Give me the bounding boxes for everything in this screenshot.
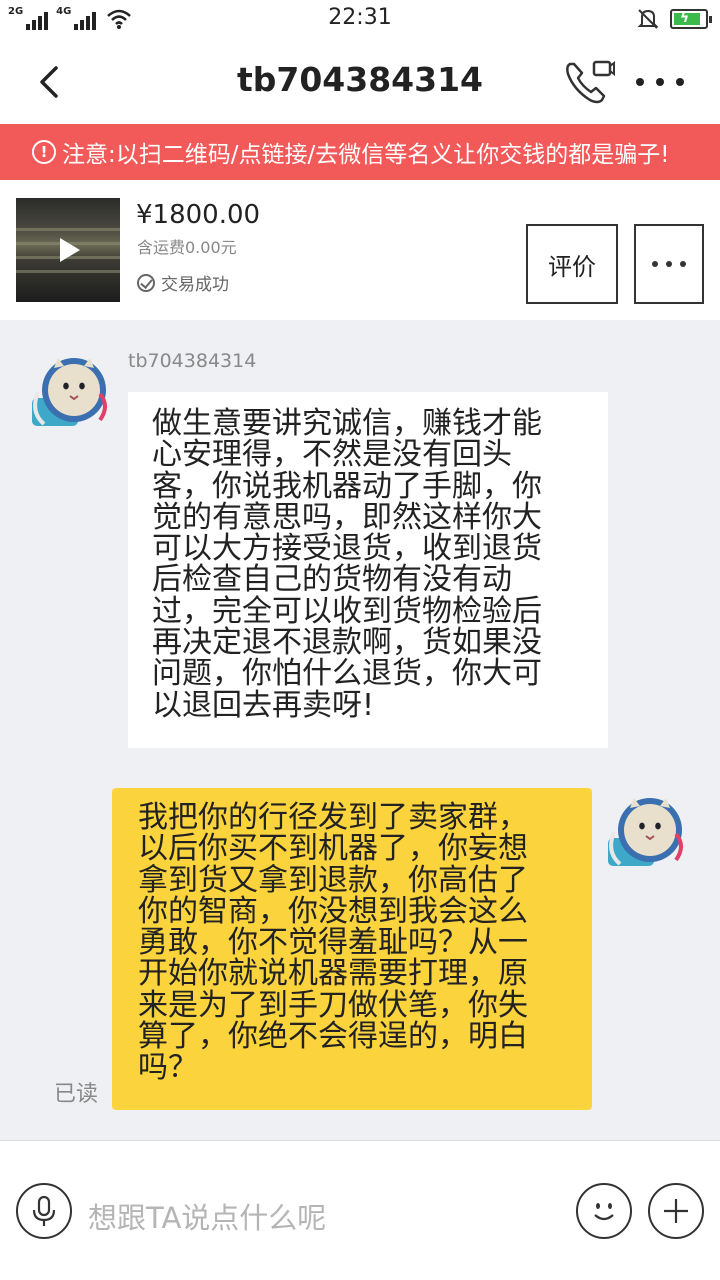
phone-video-icon[interactable] <box>560 54 616 110</box>
product-video-thumbnail[interactable] <box>16 198 120 302</box>
warning-text: 注意:以扫二维码/点链接/去微信等名义让你交钱的都是骗子! <box>62 142 670 168</box>
status-bar: 2G 4G 22:31 ϟ <box>0 0 720 40</box>
header: tb704384314 <box>0 40 720 124</box>
message-line: 吗？ <box>138 1050 198 1086</box>
voice-button[interactable] <box>16 1183 72 1239</box>
seller-avatar[interactable] <box>30 354 114 438</box>
outgoing-message[interactable]: 我把你的行径发到了卖家群， 以后你买不到机器了，你妄想 拿到货又拿到退款，你高估… <box>112 788 592 1110</box>
scam-warning-banner: ! 注意:以扫二维码/点链接/去微信等名义让你交钱的都是骗子! <box>0 124 720 180</box>
clock: 22:31 <box>328 5 392 30</box>
message-line: 可以大方接受退货，收到退货 <box>152 531 542 567</box>
deal-status: 交易成功 <box>137 270 229 295</box>
battery-charging-icon: ϟ <box>670 9 712 29</box>
message-line: 过，完全可以收到货物检验后 <box>152 593 542 629</box>
input-bar: 想跟TA说点什么呢 <box>0 1140 720 1280</box>
message-line: 算了，你绝不会得逞的，明白 <box>138 1019 528 1055</box>
message-list[interactable]: tb704384314 做生意要讲究诚信，赚钱才能 心安理得，不然是没有回头 客… <box>0 320 720 1140</box>
incoming-message[interactable]: 做生意要讲究诚信，赚钱才能 心安理得，不然是没有回头 客，你说我机器动了手脚，你… <box>128 392 608 748</box>
play-icon[interactable] <box>60 238 80 262</box>
message-line: 勇敢，你不觉得羞耻吗？从一 <box>138 925 528 961</box>
warning-icon: ! <box>32 140 56 164</box>
message-line: 你的智商，你没想到我会这么 <box>138 893 528 929</box>
message-line: 以后你买不到机器了，你妄想 <box>138 831 528 867</box>
read-receipt: 已读 <box>54 1082 99 1107</box>
shipping-fee: 含运费0.00元 <box>137 238 237 257</box>
review-button[interactable]: 评价 <box>526 224 618 304</box>
plus-icon <box>664 1199 688 1223</box>
mute-bell-icon <box>637 9 659 29</box>
status-icons: ϟ <box>636 7 712 31</box>
product-price: ¥1800.00 <box>136 200 261 230</box>
more-actions-button[interactable] <box>648 1183 704 1239</box>
my-avatar[interactable] <box>606 794 690 878</box>
message-input[interactable]: 想跟TA说点什么呢 <box>88 1195 326 1237</box>
message-line: 再决定退不退款啊，货如果没 <box>152 625 542 661</box>
message-line: 我把你的行径发到了卖家群， <box>138 800 528 835</box>
message-line: 觉的有意思吗，即然这样你大 <box>152 499 542 535</box>
check-circle-icon <box>137 273 155 292</box>
message-line: 问题，你怕什么退货，你大可 <box>152 656 542 692</box>
message-line: 做生意要讲究诚信，赚钱才能 <box>152 406 542 441</box>
product-card[interactable]: ¥1800.00 含运费0.00元 交易成功 评价 <box>0 180 720 320</box>
microphone-icon <box>32 1195 56 1226</box>
emoji-button[interactable] <box>576 1183 632 1239</box>
product-more-button[interactable] <box>634 224 704 304</box>
message-line: 客，你说我机器动了手脚，你 <box>152 468 542 504</box>
chat-screen: 2G 4G 22:31 ϟ tb704384314 ! 注意:以扫二维码/点链接… <box>0 0 720 1280</box>
message-line: 来是为了到手刀做伏笔，你失 <box>138 987 528 1023</box>
message-line: 拿到货又拿到退款，你高估了 <box>138 862 528 898</box>
more-dots-icon[interactable] <box>636 68 684 96</box>
message-line: 后检查自己的货物有没有动 <box>152 562 512 598</box>
smiley-icon <box>594 1203 614 1221</box>
message-line: 心安理得，不然是没有回头 <box>152 437 512 473</box>
message-line: 开始你就说机器需要打理，原 <box>138 956 528 992</box>
message-line: 以退回去再卖呀! <box>152 687 375 723</box>
sender-name: tb704384314 <box>128 350 257 372</box>
deal-status-text: 交易成功 <box>161 275 229 295</box>
